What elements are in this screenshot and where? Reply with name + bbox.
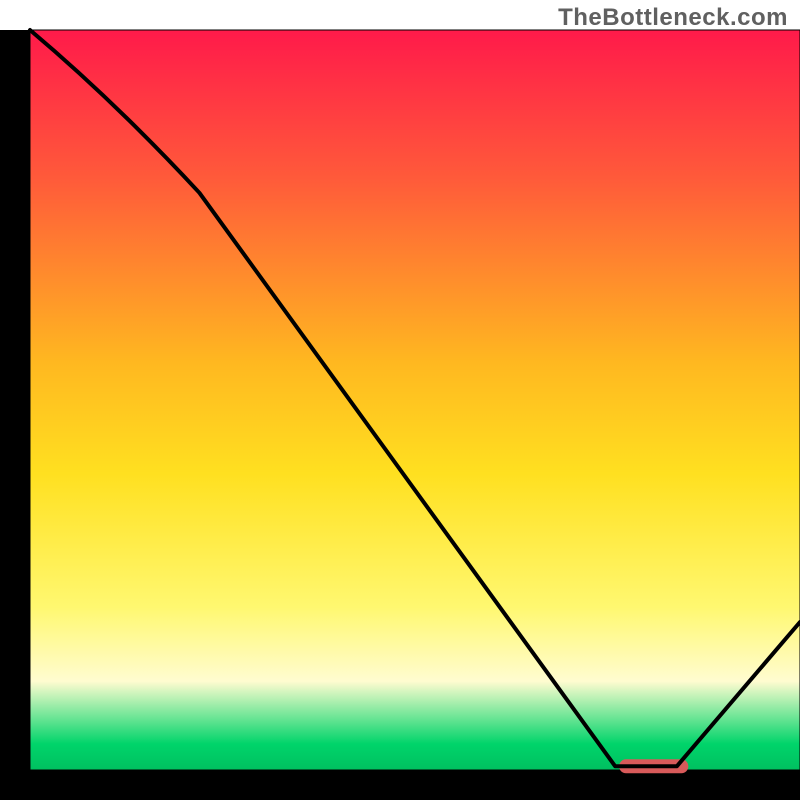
plot-background <box>30 30 800 770</box>
watermark-text: TheBottleneck.com <box>558 4 788 32</box>
bottleneck-chart <box>0 0 800 800</box>
chart-container: TheBottleneck.com <box>0 0 800 800</box>
